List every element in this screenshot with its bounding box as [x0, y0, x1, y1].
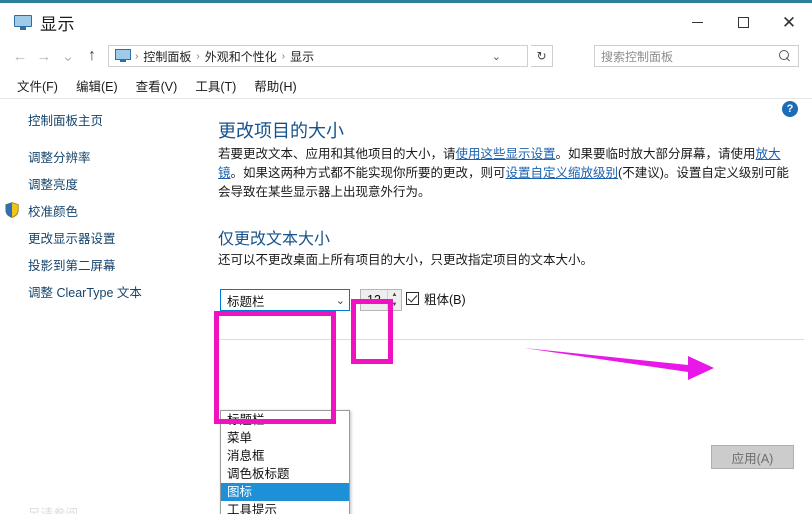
- sidebar-item-adjust-resolution[interactable]: 调整分辨率: [28, 143, 142, 170]
- maximize-button[interactable]: [720, 3, 766, 41]
- paragraph-text-3: 。如果这两种方式都不能实现你所要的更改，则可: [230, 166, 506, 180]
- sidebar-item-label: 调整 ClearType 文本: [28, 286, 142, 300]
- forward-arrow-icon: →: [36, 47, 52, 65]
- chevron-down-icon: ⌄: [61, 47, 75, 65]
- window-title: 显示: [40, 15, 75, 34]
- menu-help[interactable]: 帮助(H): [245, 73, 305, 98]
- menu-edit[interactable]: 编辑(E): [67, 73, 127, 98]
- menu-bar: 文件(F) 编辑(E) 查看(V) 工具(T) 帮助(H): [0, 73, 812, 99]
- font-size-spinner[interactable]: 12 ▲ ▼: [360, 289, 402, 311]
- sidebar-see-also-label: 另请参阅: [28, 507, 79, 514]
- minimize-icon: [691, 21, 703, 23]
- refresh-button[interactable]: ↻: [531, 45, 553, 67]
- up-arrow-icon: ↑: [88, 47, 96, 64]
- sidebar-item-label: 调整分辨率: [28, 151, 91, 165]
- menu-tools[interactable]: 工具(T): [186, 73, 245, 98]
- back-button[interactable]: ←: [8, 44, 32, 68]
- minimize-button[interactable]: [674, 3, 720, 41]
- close-icon: ✕: [781, 12, 797, 32]
- sidebar-item-adjust-cleartype[interactable]: 调整 ClearType 文本: [28, 278, 142, 305]
- dropdown-option-title-bar[interactable]: 标题栏: [221, 411, 349, 429]
- sidebar-item-label: 调整亮度: [28, 178, 79, 192]
- breadcrumb-item-appearance[interactable]: 外观和个性化: [201, 48, 281, 65]
- sidebar-item-label: 投影到第二屏幕: [28, 259, 116, 273]
- sidebar-item-adjust-brightness[interactable]: 调整亮度: [28, 170, 142, 197]
- address-bar[interactable]: › 控制面板 › 外观和个性化 › 显示 ⌄: [108, 45, 528, 67]
- content-area: 控制面板主页 调整分辨率 调整亮度 校准颜色 更改显示器设置 投影到第二屏幕 调…: [0, 99, 812, 514]
- dropdown-option-message-box[interactable]: 消息框: [221, 447, 349, 465]
- dropdown-option-icon[interactable]: 图标: [221, 483, 349, 501]
- window-title-group: 显示: [14, 10, 75, 35]
- search-box[interactable]: 搜索控制面板: [594, 45, 799, 67]
- up-level-button[interactable]: ↑: [80, 44, 104, 68]
- apply-button[interactable]: 应用(A): [711, 445, 794, 469]
- sidebar-item-calibrate-color[interactable]: 校准颜色: [5, 197, 142, 224]
- search-icon: [779, 49, 792, 63]
- section-title-text-size: 仅更改文本大小: [218, 231, 331, 248]
- dropdown-option-palette-title[interactable]: 调色板标题: [221, 465, 349, 483]
- search-input[interactable]: 搜索控制面板: [601, 48, 779, 65]
- section-description-text-size: 还可以不更改桌面上所有项目的大小，只更改指定项目的文本大小。: [218, 253, 594, 267]
- menu-file[interactable]: 文件(F): [8, 73, 67, 98]
- sidebar-item-control-panel-home[interactable]: 控制面板主页: [28, 110, 103, 129]
- combo-dropdown-list[interactable]: 标题栏 菜单 消息框 调色板标题 图标 工具提示: [220, 410, 350, 514]
- window-controls: ✕: [674, 3, 812, 41]
- chevron-down-icon: ⌄: [335, 294, 345, 307]
- refresh-icon: ↻: [536, 49, 547, 63]
- address-dropdown-icon[interactable]: ⌄: [492, 50, 501, 63]
- paragraph-text-1: 若要更改文本、应用和其他项目的大小，请: [218, 147, 456, 161]
- maximize-icon: [737, 16, 749, 28]
- title-bar: 显示 ✕: [0, 3, 812, 41]
- bold-checkbox-label: 粗体(B): [424, 293, 466, 307]
- sidebar-task-list: 调整分辨率 调整亮度 校准颜色 更改显示器设置 投影到第二屏幕 调整 Clear…: [5, 143, 142, 305]
- spinner-up-icon[interactable]: ▲: [388, 290, 401, 300]
- sidebar-item-label: 更改显示器设置: [28, 232, 116, 246]
- link-custom-scaling[interactable]: 设置自定义缩放级别: [506, 166, 619, 180]
- bold-checkbox[interactable]: [406, 292, 419, 305]
- control-panel-window: 显示 ✕ ← → ⌄ ↑ › 控制面板 › 外观和个性化 › 显示 ⌄ ↻ 搜索…: [0, 0, 812, 514]
- close-button[interactable]: ✕: [766, 3, 812, 41]
- shield-icon: [5, 202, 19, 218]
- menu-view[interactable]: 查看(V): [127, 73, 187, 98]
- help-icon[interactable]: ?: [782, 101, 798, 117]
- sidebar-item-change-display-settings[interactable]: 更改显示器设置: [28, 224, 142, 251]
- page-title: 更改项目的大小: [218, 121, 344, 141]
- sidebar: 控制面板主页 调整分辨率 调整亮度 校准颜色 更改显示器设置 投影到第二屏幕 调…: [0, 99, 208, 514]
- description-paragraph: 若要更改文本、应用和其他项目的大小，请使用这些显示设置。如果要临时放大部分屏幕，…: [218, 145, 798, 202]
- combobox-value: 标题栏: [227, 294, 265, 309]
- link-display-settings[interactable]: 使用这些显示设置: [456, 147, 556, 161]
- spinner-arrows[interactable]: ▲ ▼: [387, 290, 401, 310]
- breadcrumb-item-display[interactable]: 显示: [286, 48, 318, 65]
- address-monitor-icon: [115, 49, 131, 63]
- back-arrow-icon: ←: [12, 47, 28, 65]
- sidebar-item-label: 校准颜色: [28, 205, 79, 219]
- recent-locations-button[interactable]: ⌄: [56, 44, 80, 68]
- font-size-value: 12: [367, 293, 381, 307]
- breadcrumb-item-control-panel[interactable]: 控制面板: [139, 48, 195, 65]
- sidebar-item-project-second-screen[interactable]: 投影到第二屏幕: [28, 251, 142, 278]
- horizontal-separator: [218, 339, 804, 340]
- bold-checkbox-row[interactable]: 粗体(B): [406, 289, 466, 308]
- forward-button[interactable]: →: [32, 44, 56, 68]
- dropdown-option-tooltip[interactable]: 工具提示: [221, 501, 349, 514]
- spinner-down-icon[interactable]: ▼: [388, 300, 401, 310]
- monitor-icon: [14, 15, 32, 30]
- paragraph-text-2: 。如果要临时放大部分屏幕，请使用: [555, 147, 756, 161]
- item-type-combobox[interactable]: 标题栏 ⌄: [220, 289, 350, 311]
- dropdown-option-menu[interactable]: 菜单: [221, 429, 349, 447]
